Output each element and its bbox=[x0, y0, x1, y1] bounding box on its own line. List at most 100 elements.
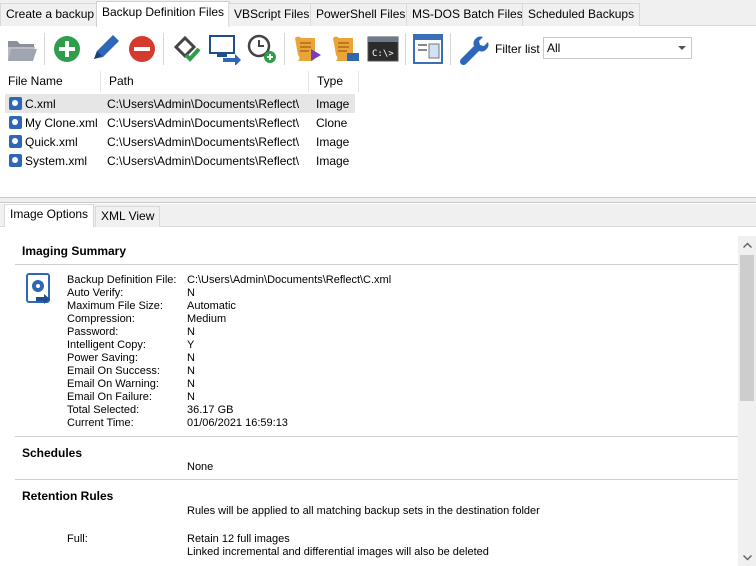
summary-value: N bbox=[187, 378, 195, 390]
file-row[interactable]: Quick.xml C:\Users\Admin\Documents\Refle… bbox=[5, 132, 355, 151]
column-header-file-name[interactable]: File Name bbox=[0, 71, 101, 92]
chevron-down-icon bbox=[678, 46, 686, 50]
svg-text:C:\>: C:\> bbox=[372, 49, 394, 59]
remove-icon bbox=[129, 36, 155, 62]
tab-backup-definition-files[interactable]: Backup Definition Files bbox=[96, 1, 231, 27]
tab-scheduled-backups[interactable]: Scheduled Backups bbox=[522, 3, 641, 26]
edit-button[interactable] bbox=[87, 31, 123, 67]
powershell-button[interactable] bbox=[327, 31, 363, 67]
settings-wrench-button[interactable] bbox=[455, 31, 491, 67]
schedule-button[interactable] bbox=[244, 31, 280, 67]
view-image-icon bbox=[413, 34, 443, 64]
summary-value: N bbox=[187, 365, 195, 377]
folder-open-icon bbox=[8, 41, 37, 61]
summary-label: Power Saving: bbox=[67, 352, 138, 364]
summary-label: Email On Success: bbox=[67, 365, 160, 377]
summary-value: C:\Users\Admin\Documents\Reflect\C.xml bbox=[187, 274, 392, 286]
schedules-value: None bbox=[187, 461, 214, 473]
file-name: Quick.xml bbox=[25, 135, 78, 149]
summary-value: N bbox=[187, 326, 195, 338]
schedules-title: Schedules bbox=[22, 446, 83, 460]
summary-value: Y bbox=[187, 339, 195, 351]
summary-label: Total Selected: bbox=[67, 404, 140, 416]
section-divider bbox=[15, 479, 738, 480]
command-prompt-button[interactable]: C:\> bbox=[365, 31, 401, 67]
retention-full-label: Full: bbox=[67, 533, 88, 545]
report-scrollbar[interactable] bbox=[738, 236, 756, 566]
powershell-icon bbox=[333, 36, 359, 61]
summary-label: Intelligent Copy: bbox=[67, 339, 146, 351]
add-icon bbox=[54, 36, 80, 62]
edit-pencil-icon bbox=[94, 35, 119, 59]
chevron-up-icon bbox=[742, 242, 752, 248]
file-row[interactable]: My Clone.xml C:\Users\Admin\Documents\Re… bbox=[5, 113, 355, 132]
retention-full-note: Linked incremental and differential imag… bbox=[187, 546, 489, 558]
summary-value: 01/06/2021 16:59:13 bbox=[187, 417, 288, 429]
scroll-down-button[interactable] bbox=[738, 549, 756, 566]
summary-label: Auto Verify: bbox=[67, 287, 124, 299]
column-header-type[interactable]: Type bbox=[309, 71, 359, 92]
tab-image-options[interactable]: Image Options bbox=[4, 204, 95, 228]
column-header-path[interactable]: Path bbox=[101, 71, 309, 92]
file-row[interactable]: System.xml C:\Users\Admin\Documents\Refl… bbox=[5, 151, 355, 170]
disk-image-icon bbox=[26, 273, 50, 304]
tab-vbscript-files[interactable]: VBScript Files bbox=[228, 3, 316, 26]
remove-button[interactable] bbox=[124, 31, 160, 67]
summary-value: Automatic bbox=[187, 300, 236, 312]
tab-ms-dos-batch-files[interactable]: MS-DOS Batch Files bbox=[406, 3, 529, 26]
retention-full-value: Retain 12 full images bbox=[187, 533, 290, 545]
scroll-up-button[interactable] bbox=[738, 236, 756, 253]
summary-value: N bbox=[187, 352, 195, 364]
wrench-icon bbox=[459, 36, 489, 65]
chevron-down-icon bbox=[742, 554, 752, 560]
verify-button[interactable] bbox=[168, 31, 204, 67]
summary-value: N bbox=[187, 287, 195, 299]
tab-powershell-files[interactable]: PowerShell Files bbox=[310, 3, 412, 26]
filter-list-dropdown[interactable]: All bbox=[543, 37, 692, 59]
toolbar-separator bbox=[450, 33, 451, 65]
toolbar-separator bbox=[44, 33, 45, 65]
summary-label: Compression: bbox=[67, 313, 135, 325]
imaging-summary-report: Imaging Summary Backup Definition File: … bbox=[3, 227, 738, 566]
verify-check-icon bbox=[173, 35, 201, 62]
tab-xml-view[interactable]: XML View bbox=[95, 206, 161, 227]
summary-label: Password: bbox=[67, 326, 119, 338]
file-type: Image bbox=[316, 154, 350, 168]
open-folder-button[interactable] bbox=[4, 31, 40, 67]
toolbar-separator bbox=[405, 33, 406, 65]
file-name: System.xml bbox=[25, 154, 88, 168]
backup-file-icon bbox=[9, 135, 22, 148]
backup-file-icon bbox=[9, 97, 22, 110]
pane-splitter[interactable] bbox=[0, 198, 756, 203]
toolbar: C:\> Filter list All bbox=[0, 27, 756, 71]
vbscript-button[interactable] bbox=[289, 31, 325, 67]
tab-create-a-backup[interactable]: Create a backup bbox=[0, 3, 101, 26]
file-type: Image bbox=[316, 135, 350, 149]
vbscript-icon bbox=[295, 36, 321, 61]
command-prompt-icon: C:\> bbox=[367, 36, 399, 62]
retention-rules-title: Retention Rules bbox=[22, 489, 114, 503]
backup-file-icon bbox=[9, 154, 22, 167]
retention-note: Rules will be applied to all matching ba… bbox=[187, 505, 540, 517]
filter-list-value: All bbox=[547, 41, 561, 55]
summary-value: 36.17 GB bbox=[187, 404, 234, 416]
add-button[interactable] bbox=[49, 31, 85, 67]
run-backup-button[interactable] bbox=[206, 31, 242, 67]
file-type: Image bbox=[316, 97, 350, 111]
view-image-button[interactable] bbox=[410, 31, 446, 67]
summary-label: Current Time: bbox=[67, 417, 134, 429]
summary-value: Medium bbox=[187, 313, 227, 325]
file-type: Clone bbox=[316, 116, 348, 130]
summary-label: Maximum File Size: bbox=[67, 300, 163, 312]
file-path: C:\Users\Admin\Documents\Reflect\ bbox=[107, 116, 300, 130]
summary-label: Email On Failure: bbox=[67, 391, 152, 403]
schedule-clock-icon bbox=[247, 34, 276, 63]
file-path: C:\Users\Admin\Documents\Reflect\ bbox=[107, 154, 300, 168]
toolbar-separator bbox=[284, 33, 285, 65]
toolbar-separator bbox=[163, 33, 164, 65]
scroll-thumb[interactable] bbox=[740, 255, 754, 401]
imaging-summary-title: Imaging Summary bbox=[22, 244, 127, 258]
section-divider bbox=[15, 264, 738, 265]
filter-list-label: Filter list bbox=[495, 42, 540, 56]
file-row[interactable]: C.xml C:\Users\Admin\Documents\Reflect\ … bbox=[5, 94, 355, 113]
